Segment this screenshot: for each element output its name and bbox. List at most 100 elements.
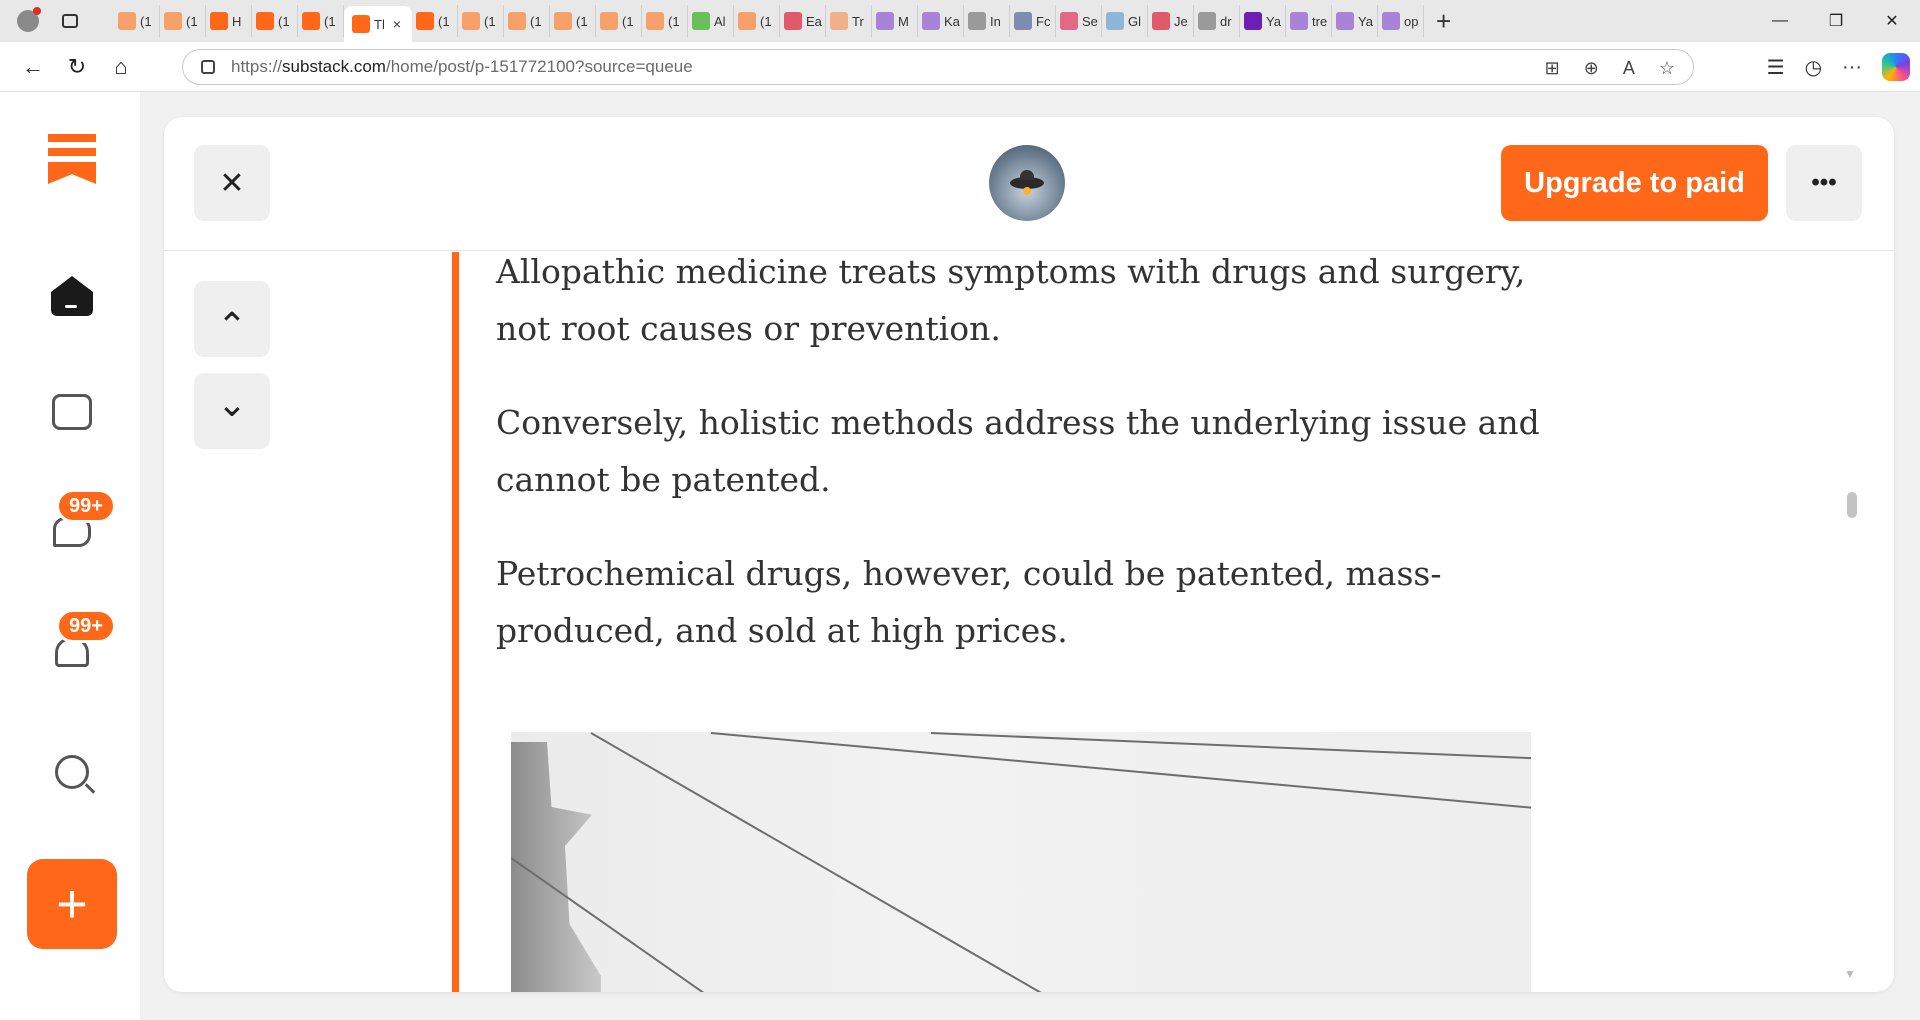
substack-icon bbox=[646, 12, 664, 30]
read-aloud-icon[interactable]: A bbox=[1623, 58, 1635, 79]
browser-tab[interactable]: Ya bbox=[1332, 5, 1378, 37]
browser-tab[interactable]: (1 bbox=[114, 5, 160, 37]
browser-tab[interactable]: Tr bbox=[826, 5, 872, 37]
back-button[interactable]: ← bbox=[12, 48, 54, 86]
scrollbar-thumb[interactable] bbox=[1847, 492, 1857, 518]
home-button[interactable]: ⌂ bbox=[100, 48, 142, 86]
close-tab-icon[interactable]: × bbox=[393, 16, 401, 32]
browser-tab[interactable]: (1 bbox=[734, 5, 780, 37]
tab-label: Ya bbox=[1266, 13, 1281, 29]
substack-icon bbox=[256, 12, 274, 30]
home-icon[interactable] bbox=[48, 272, 96, 320]
chevron-up-icon: ⌃ bbox=[216, 305, 248, 346]
settings-more-icon[interactable]: ··· bbox=[1842, 56, 1862, 79]
browser-tab[interactable]: (1 bbox=[550, 5, 596, 37]
browser-tab[interactable]: Gl bbox=[1102, 5, 1148, 37]
browser-tab[interactable]: tre bbox=[1286, 5, 1332, 37]
app-available-icon[interactable]: ⊞ bbox=[1545, 58, 1560, 79]
favorite-star-icon[interactable]: ☆ bbox=[1659, 58, 1675, 79]
substack-icon bbox=[210, 12, 228, 30]
substack-icon bbox=[118, 12, 136, 30]
restore-button[interactable]: ❐ bbox=[1808, 0, 1864, 42]
notifications-badge: 99+ bbox=[56, 609, 116, 643]
scroll-down-arrow[interactable]: ▼ bbox=[1844, 967, 1856, 981]
post-paragraph: Conversely, holistic methods address the… bbox=[496, 403, 1540, 499]
post-paragraph: Allopathic medicine treats symptoms with… bbox=[496, 252, 1526, 348]
copilot-icon[interactable] bbox=[1882, 53, 1910, 81]
tab-actions-menu-icon[interactable] bbox=[52, 3, 88, 39]
lock-icon[interactable] bbox=[201, 60, 215, 74]
browser-tab[interactable]: Fc bbox=[1010, 5, 1056, 37]
favorites-icon[interactable]: ☰ bbox=[1767, 55, 1785, 80]
new-tab-button[interactable]: + bbox=[1436, 8, 1451, 34]
browser-tab[interactable]: (1 bbox=[412, 5, 458, 37]
chevron-down-icon: ⌄ bbox=[216, 383, 248, 424]
post-body: Allopathic medicine treats symptoms with… bbox=[496, 251, 1546, 696]
browser-tab[interactable]: (1 bbox=[160, 5, 206, 37]
browser-tab[interactable]: Se bbox=[1056, 5, 1102, 37]
tab-label: Ya bbox=[1358, 13, 1373, 29]
next-post-button[interactable]: ⌄ bbox=[194, 373, 270, 449]
post-image[interactable] bbox=[511, 732, 1531, 992]
browser-tab[interactable]: Ea bbox=[780, 5, 826, 37]
tab-list: (1 (1 H (1 (1 Tl × (1 (1 (1 (1 (1 (1 Al (1 Ea Tr M Ka In Fc S… bbox=[114, 3, 1424, 42]
browser-tab[interactable]: Al bbox=[688, 5, 734, 37]
news-icon bbox=[1014, 12, 1032, 30]
browser-tab-active[interactable]: Tl × bbox=[344, 6, 412, 42]
browser-tab[interactable]: Ka bbox=[918, 5, 964, 37]
url-text[interactable]: https://substack.com/home/post/p-1517721… bbox=[231, 57, 693, 77]
substack-icon bbox=[302, 12, 320, 30]
upgrade-to-paid-button[interactable]: Upgrade to paid bbox=[1501, 145, 1768, 221]
refresh-button[interactable]: ↻ bbox=[56, 48, 98, 86]
tab-label: (1 bbox=[186, 13, 198, 29]
reader-header: ✕ Upgrade to paid ••• bbox=[164, 117, 1894, 251]
substack-icon bbox=[508, 12, 526, 30]
browser-tab[interactable]: dr bbox=[1194, 5, 1240, 37]
browser-tab[interactable]: M bbox=[872, 5, 918, 37]
more-options-button[interactable]: ••• bbox=[1786, 145, 1862, 221]
tab-label: Fc bbox=[1036, 13, 1051, 29]
tab-label: (1 bbox=[622, 13, 634, 29]
tab-label: Al bbox=[714, 13, 726, 29]
substack-icon bbox=[738, 12, 756, 30]
browser-tab[interactable]: op bbox=[1378, 5, 1424, 37]
tab-label: (1 bbox=[760, 13, 772, 29]
close-reader-button[interactable]: ✕ bbox=[194, 145, 270, 221]
tab-label: H bbox=[232, 13, 242, 29]
create-post-button[interactable]: + bbox=[27, 859, 117, 949]
tab-label: (1 bbox=[668, 13, 680, 29]
address-bar[interactable]: https://substack.com/home/post/p-1517721… bbox=[182, 49, 1694, 85]
previous-post-button[interactable]: ⌃ bbox=[194, 281, 270, 357]
tab-label: (1 bbox=[484, 13, 496, 29]
window-controls: — ❐ ✕ bbox=[1752, 0, 1920, 42]
browser-tab[interactable]: (1 bbox=[596, 5, 642, 37]
browser-tab[interactable]: H bbox=[206, 5, 252, 37]
tab-label: Ka bbox=[944, 13, 960, 29]
tab-label: (1 bbox=[140, 13, 152, 29]
publication-avatar[interactable] bbox=[989, 145, 1065, 221]
minimize-button[interactable]: — bbox=[1752, 0, 1808, 42]
inbox-icon[interactable] bbox=[48, 388, 96, 436]
yahoo-icon bbox=[1244, 12, 1262, 30]
search-icon[interactable] bbox=[48, 748, 96, 796]
browser-tab[interactable]: (1 bbox=[642, 5, 688, 37]
browser-tab[interactable]: (1 bbox=[504, 5, 550, 37]
history-icon[interactable]: ◷ bbox=[1805, 55, 1822, 80]
zoom-icon[interactable]: ⊕ bbox=[1584, 58, 1599, 79]
browser-tab[interactable]: (1 bbox=[252, 5, 298, 37]
profile-avatar[interactable] bbox=[10, 3, 46, 39]
substack-icon bbox=[554, 12, 572, 30]
substack-sidebar: 99+ 99+ + bbox=[0, 92, 140, 1020]
browser-tab[interactable]: (1 bbox=[458, 5, 504, 37]
close-icon: ✕ bbox=[219, 166, 245, 200]
tab-label: op bbox=[1404, 13, 1419, 29]
browser-tab[interactable]: Je bbox=[1148, 5, 1194, 37]
browser-tab[interactable]: (1 bbox=[298, 5, 344, 37]
tab-label: (1 bbox=[576, 13, 588, 29]
youtube-icon bbox=[1152, 12, 1170, 30]
substack-logo[interactable] bbox=[48, 134, 96, 190]
browser-tab-strip: (1 (1 H (1 (1 Tl × (1 (1 (1 (1 (1 (1 Al (1 Ea Tr M Ka In Fc S… bbox=[0, 0, 1920, 42]
close-window-button[interactable]: ✕ bbox=[1864, 0, 1920, 42]
browser-tab[interactable]: In bbox=[964, 5, 1010, 37]
browser-tab[interactable]: Ya bbox=[1240, 5, 1286, 37]
